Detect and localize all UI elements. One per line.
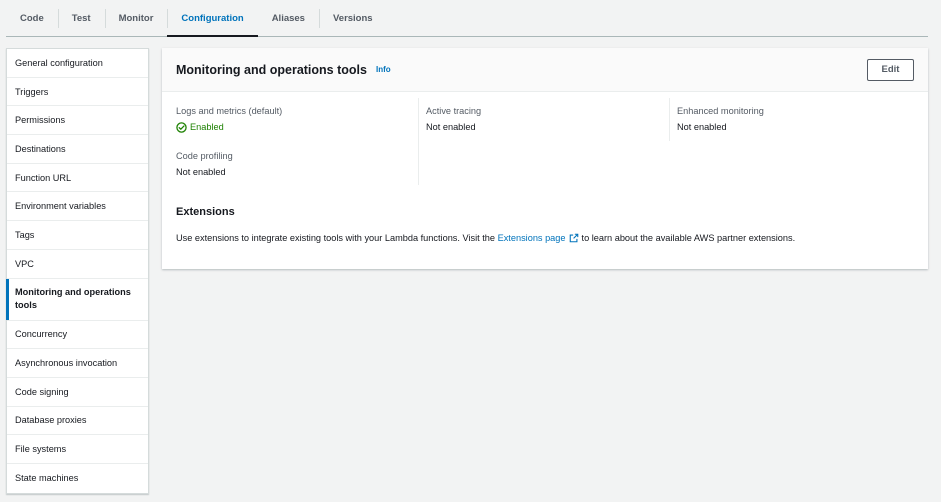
column-divider: [418, 98, 419, 185]
sidebar-item-file-systems[interactable]: File systems: [7, 435, 148, 464]
sidebar-item-tags[interactable]: Tags: [7, 221, 148, 250]
column-divider: [669, 98, 670, 141]
extensions-text-after: to learn about the available AWS partner…: [581, 233, 796, 243]
status-text: Enabled: [190, 122, 224, 132]
sidebar-item-monitoring[interactable]: Monitoring and operations tools: [6, 278, 148, 321]
field-label: Code profiling: [176, 151, 233, 161]
logs-metrics-status: Enabled: [176, 121, 282, 133]
sidebar-item-triggers[interactable]: Triggers: [7, 78, 148, 107]
tab-bar: Code Test Monitor Configuration Aliases …: [6, 0, 928, 37]
enhanced-monitoring-field: Enhanced monitoring Not enabled: [677, 105, 764, 133]
extensions-description: Use extensions to integrate existing too…: [176, 233, 795, 243]
panel-header: Monitoring and operations tools Info Edi…: [162, 48, 928, 92]
extensions-page-link[interactable]: Extensions page: [498, 233, 582, 243]
extensions-link-label[interactable]: Extensions page: [498, 233, 566, 243]
field-value: Not enabled: [426, 122, 476, 132]
settings-grid: Logs and metrics (default) Enabled Activ…: [162, 98, 928, 236]
sidebar-item-concurrency[interactable]: Concurrency: [7, 321, 148, 350]
sidebar-item-database-proxies[interactable]: Database proxies: [7, 407, 148, 436]
sidebar-item-vpc[interactable]: VPC: [7, 250, 148, 279]
edit-button[interactable]: Edit: [867, 58, 914, 81]
tab-code[interactable]: Code: [6, 0, 58, 36]
active-tracing-field: Active tracing Not enabled: [426, 105, 481, 133]
sidebar-item-environment-variables[interactable]: Environment variables: [7, 192, 148, 222]
tab-versions[interactable]: Versions: [318, 0, 387, 36]
sidebar-item-code-signing[interactable]: Code signing: [7, 378, 148, 407]
extensions-heading: Extensions: [176, 206, 235, 218]
field-label: Active tracing: [426, 106, 482, 116]
code-profiling-field: Code profiling Not enabled: [176, 150, 233, 178]
field-label: Logs and metrics (default): [176, 106, 283, 116]
sidebar-item-general-configuration[interactable]: General configuration: [7, 49, 148, 78]
sidebar-item-permissions[interactable]: Permissions: [7, 106, 148, 136]
sidebar-item-destinations[interactable]: Destinations: [7, 135, 148, 164]
extensions-text-before: Use extensions to integrate existing too…: [176, 233, 496, 243]
sidebar-item-function-url[interactable]: Function URL: [7, 164, 148, 193]
field-value: Not enabled: [677, 122, 727, 132]
logs-metrics-field: Logs and metrics (default) Enabled: [176, 105, 282, 133]
panel-title: Monitoring and operations tools: [176, 62, 367, 77]
tab-configuration[interactable]: Configuration: [167, 0, 258, 37]
configuration-sidenav: General configuration Triggers Permissio…: [6, 48, 149, 494]
field-value: Not enabled: [176, 167, 226, 177]
check-circle-icon: [176, 121, 187, 133]
tab-aliases[interactable]: Aliases: [258, 0, 319, 36]
tab-monitor[interactable]: Monitor: [104, 0, 168, 36]
sidebar-item-state-machines[interactable]: State machines: [7, 464, 148, 493]
sidebar-item-async-invocation[interactable]: Asynchronous invocation: [7, 349, 148, 378]
external-link-icon: [569, 233, 578, 243]
monitoring-panel: Monitoring and operations tools Info Edi…: [162, 48, 928, 269]
tab-test[interactable]: Test: [57, 0, 105, 36]
field-label: Enhanced monitoring: [677, 106, 764, 116]
info-link[interactable]: Info: [376, 65, 391, 74]
